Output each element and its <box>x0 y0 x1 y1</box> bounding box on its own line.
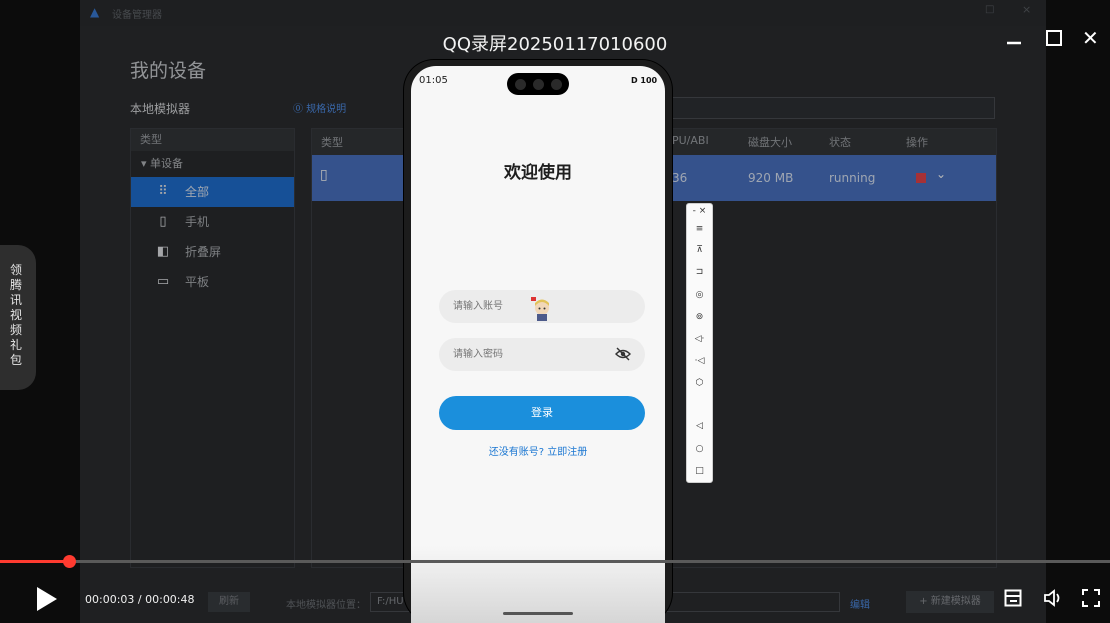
foldable-icon: ◧ <box>156 244 170 259</box>
settings-icon[interactable]: ⬡ <box>687 378 712 388</box>
battery-icon: D 100 <box>631 76 658 85</box>
sidebar-header: 类型 <box>131 129 294 151</box>
emulator-toolbar: - × ≡ ⊼ ⊐ ◎ ⊚ ◁· ·◁ ⬡ ◁ ○ □ <box>686 203 713 483</box>
phone-screen: 01:05 D 100 欢迎使用 请输入账号 登录 还没有账号? 立即注册 <box>411 66 665 623</box>
sidebar-item-phone[interactable]: ▯ 手机 <box>131 207 294 237</box>
volume-down-icon[interactable]: ·◁ <box>687 356 712 366</box>
sidebar-group-single-device[interactable]: ▾ 单设备 <box>131 151 294 177</box>
playlist-icon[interactable] <box>1004 589 1022 607</box>
minimize-icon[interactable] <box>1005 28 1023 46</box>
eye-off-icon[interactable] <box>615 347 631 361</box>
register-link[interactable]: 还没有账号? 立即注册 <box>411 443 665 458</box>
video-title: QQ录屏20250117010600 <box>442 34 668 55</box>
maximize-icon[interactable]: □ <box>985 4 994 15</box>
rotate-icon[interactable]: ⊐ <box>687 267 712 277</box>
home-icon[interactable]: ○ <box>687 444 712 454</box>
account-field[interactable] <box>439 290 645 323</box>
close-icon[interactable]: ✕ <box>1082 26 1099 50</box>
phone-icon: ▯ <box>159 214 167 229</box>
sidebar-item-label: 平板 <box>185 275 210 289</box>
path-value: F:/HU <box>377 596 404 607</box>
app-titlebar: ▲ 设备管理器 □ × <box>80 0 1046 26</box>
promo-side-tab[interactable]: 领腾讯视频礼包 <box>0 245 36 390</box>
volume-up-icon[interactable]: ◁· <box>687 334 712 344</box>
grid-icon: ⠿ <box>158 184 168 199</box>
device-type-sidebar: 类型 ▾ 单设备 ⠿ 全部 ▯ 手机 ◧ 折叠屏 ▭ 平板 <box>130 128 295 568</box>
camera-cutout <box>507 73 569 95</box>
cell-disk-size: 920 MB <box>748 171 794 185</box>
anime-sticker-icon <box>531 297 549 321</box>
refresh-button[interactable]: 刷新 <box>208 592 250 612</box>
toolbar-window-controls[interactable]: - × <box>687 206 712 216</box>
progress-bar[interactable] <box>0 555 1110 568</box>
new-simulator-button[interactable]: + 新建模拟器 <box>906 591 994 613</box>
account-input[interactable] <box>453 290 603 323</box>
column-header-status: 状态 <box>829 136 851 149</box>
column-header-disk: 磁盘大小 <box>748 136 792 149</box>
path-label: 本地模拟器位置： <box>286 600 366 611</box>
edit-path-link[interactable]: 编辑 <box>850 596 870 611</box>
duration: 00:00:48 <box>145 593 195 606</box>
welcome-title: 欢迎使用 <box>504 163 572 183</box>
fullscreen-icon[interactable] <box>1082 589 1100 607</box>
sidebar-item-label: 折叠屏 <box>185 245 222 259</box>
progress-handle[interactable] <box>63 555 77 568</box>
stop-button[interactable] <box>916 173 926 183</box>
column-header-type: 类型 <box>321 136 343 149</box>
screenshot-icon[interactable]: ◎ <box>687 290 712 300</box>
volume-icon[interactable] <box>1043 589 1063 607</box>
page-title: 我的设备 <box>130 60 207 82</box>
chevron-down-icon[interactable]: ⌄ <box>936 167 946 181</box>
login-button[interactable]: 登录 <box>439 396 645 430</box>
close-icon[interactable]: × <box>1022 3 1031 16</box>
sidebar-item-foldable[interactable]: ◧ 折叠屏 <box>131 237 294 267</box>
sidebar-item-label: 全部 <box>185 185 210 199</box>
time-display: 00:00:03 / 00:00:48 <box>85 593 195 606</box>
current-time: 00:00:03 <box>85 593 135 606</box>
app-title: 设备管理器 <box>112 10 162 21</box>
pin-top-icon[interactable]: ⊼ <box>687 245 712 255</box>
app-logo-icon: ▲ <box>90 5 100 19</box>
maximize-icon[interactable] <box>1046 30 1062 46</box>
tablet-icon: ▭ <box>156 274 170 289</box>
column-header-actions: 操作 <box>906 136 928 149</box>
location-icon[interactable]: ⊚ <box>687 312 712 322</box>
recents-icon[interactable]: □ <box>687 466 712 476</box>
promo-side-tab-label: 领腾讯视频礼包 <box>10 263 23 367</box>
cell-status: running <box>829 171 876 185</box>
local-simulator-label: 本地模拟器 <box>130 102 191 116</box>
status-bar: 01:05 D 100 <box>411 66 665 106</box>
sidebar-item-label: 手机 <box>185 215 210 229</box>
progress-fill <box>0 560 70 563</box>
time-separator: / <box>134 593 146 606</box>
status-time: 01:05 <box>419 75 448 86</box>
phone-icon: ▯ <box>320 167 328 183</box>
home-indicator[interactable] <box>503 612 573 615</box>
back-icon[interactable]: ◁ <box>687 421 712 431</box>
help-link[interactable]: ⓪ 规格说明 <box>293 100 346 115</box>
phone-emulator: 01:05 D 100 欢迎使用 请输入账号 登录 还没有账号? 立即注册 <box>404 60 672 623</box>
password-input[interactable] <box>453 338 603 371</box>
password-field[interactable] <box>439 338 645 371</box>
play-button[interactable] <box>37 587 57 611</box>
screen: ▲ 设备管理器 □ × 我的设备 本地模拟器 ⓪ 规格说明 搜 类型 ▾ 单设备… <box>0 0 1110 623</box>
column-header-abi: PU/ABI <box>672 134 709 147</box>
search-input[interactable]: 搜 <box>650 97 995 119</box>
menu-icon[interactable]: ≡ <box>687 224 712 234</box>
sidebar-item-all[interactable]: ⠿ 全部 <box>131 177 294 207</box>
sidebar-item-tablet[interactable]: ▭ 平板 <box>131 267 294 297</box>
cell-abi: 36 <box>672 171 688 185</box>
